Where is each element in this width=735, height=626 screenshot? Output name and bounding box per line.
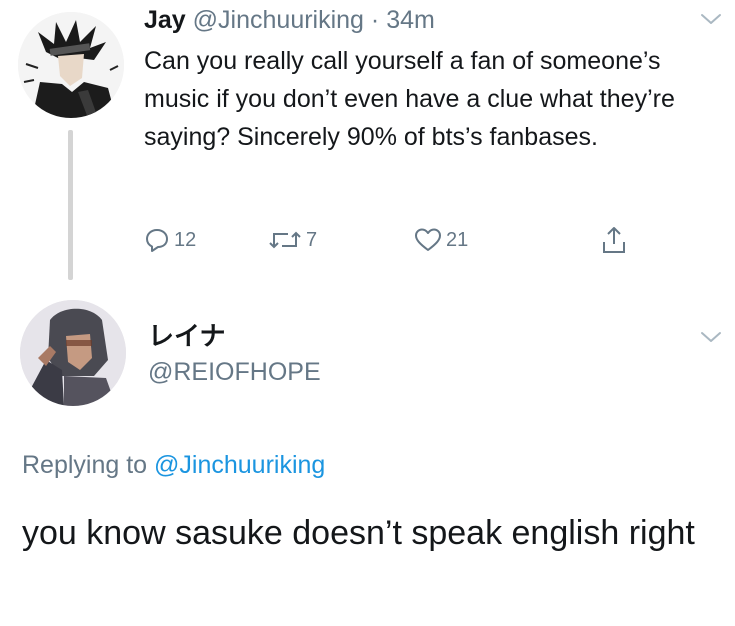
replying-to-label: Replying to [22, 451, 155, 479]
chevron-down-icon[interactable] [700, 330, 722, 344]
game-character-avatar [20, 300, 126, 406]
reply-action[interactable]: 12 [144, 222, 196, 258]
reply-author-avatar[interactable] [20, 300, 126, 406]
reply-count: 12 [174, 228, 197, 251]
reply-tweet-text: you know sasuke doesn’t speak english ri… [22, 514, 695, 552]
original-tweet: Jay @Jinchuuriking · 34m Can you really … [0, 0, 735, 290]
tweet-actions: 12 7 21 [144, 222, 664, 258]
share-icon [603, 227, 625, 253]
tweet-timestamp[interactable]: 34m [386, 6, 435, 34]
heart-icon [415, 228, 441, 251]
author-avatar[interactable] [18, 12, 124, 118]
retweet-count: 7 [306, 228, 318, 251]
thread-connector-line [68, 130, 73, 280]
chevron-down-icon[interactable] [700, 12, 722, 26]
replying-to-mention[interactable]: @Jinchuuriking [154, 451, 325, 479]
like-action[interactable]: 21 [414, 222, 468, 258]
reply-author-name[interactable]: レイナ [148, 320, 225, 352]
like-count: 21 [446, 228, 469, 251]
tweet-header: Jay @Jinchuuriking · 34m [144, 4, 435, 36]
author-name[interactable]: Jay [144, 6, 186, 34]
share-action[interactable] [600, 222, 628, 258]
replying-to-line: Replying to @Jinchuuriking [22, 448, 325, 482]
reply-icon [146, 229, 168, 252]
reply-author-handle[interactable]: @REIOFHOPE [148, 356, 321, 388]
anime-character-avatar [18, 12, 124, 118]
retweet-action[interactable]: 7 [268, 222, 317, 258]
header-separator: · [370, 6, 380, 34]
retweet-icon [269, 231, 301, 249]
author-handle[interactable]: @Jinchuuriking [193, 6, 364, 34]
tweet-text: Can you really call yourself a fan of so… [144, 47, 675, 151]
